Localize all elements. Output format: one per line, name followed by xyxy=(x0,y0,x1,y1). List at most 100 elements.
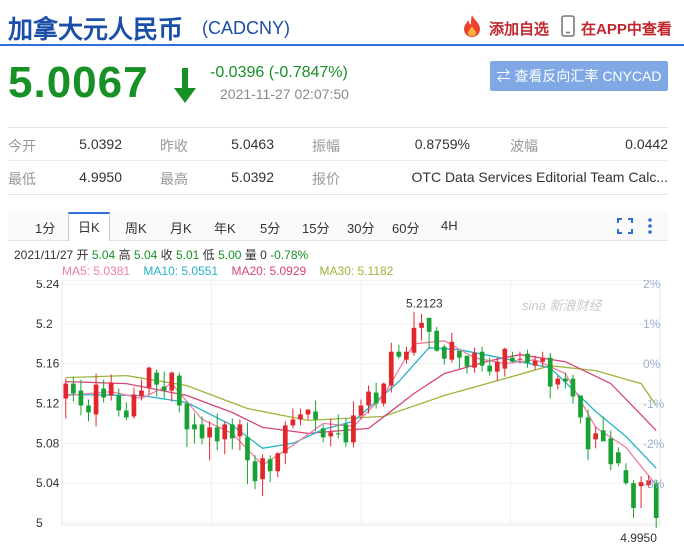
candle-body xyxy=(63,383,69,399)
candle-body xyxy=(411,327,417,353)
candle xyxy=(631,480,636,519)
y-tick-label: 5 xyxy=(36,516,43,530)
tab-4h[interactable]: 4H xyxy=(441,218,458,233)
candle-body xyxy=(290,419,296,426)
candle xyxy=(275,452,281,478)
info-close-label: 收 xyxy=(160,248,173,262)
candle-body xyxy=(532,360,538,366)
candle-body xyxy=(358,405,364,416)
header-bar: 加拿大元人民币 (CADCNY) 添加自选 在APP中查看 xyxy=(0,0,684,46)
tab-30min[interactable]: 30分 xyxy=(347,218,374,237)
ohlc-info: 2021/11/27 开 5.04 高 5.04 收 5.01 低 5.00 量… xyxy=(14,246,308,263)
candle xyxy=(623,463,629,486)
info-open: 5.04 xyxy=(91,248,116,262)
candle-body xyxy=(86,405,91,413)
candle-body xyxy=(176,375,182,406)
view-in-app-button[interactable]: 在APP中查看 xyxy=(581,18,672,39)
candle-body xyxy=(381,383,387,404)
candlestick-chart[interactable]: sina 新浪财经 5.24 5.2 5.16 5.12 5.08 5.04 5 2% 1% 0%… xyxy=(0,280,684,552)
candle-body xyxy=(517,358,523,360)
y-tick-label: 5.08 xyxy=(36,436,60,450)
y-axis: 5.24 5.2 5.16 5.12 5.08 5.04 5 2% 1% 0% -1% -2% -3% xyxy=(36,280,665,530)
stat-label: 最高 xyxy=(160,171,188,187)
stat-value: 5.0392 xyxy=(231,169,274,185)
candle xyxy=(229,418,235,450)
candle-body xyxy=(161,386,167,391)
stat-label: 最低 xyxy=(8,171,36,187)
candle xyxy=(600,416,606,442)
candle-body xyxy=(396,351,402,357)
info-high: 5.04 xyxy=(133,248,158,262)
candle xyxy=(570,374,576,404)
svg-text:sina 新浪财经: sina 新浪财经 xyxy=(522,298,603,313)
tab-5min[interactable]: 5分 xyxy=(260,218,280,237)
candle xyxy=(328,418,334,447)
percent-tick-label: -3% xyxy=(643,477,665,491)
tab-weekly-k[interactable]: 周K xyxy=(125,218,147,237)
add-watchlist-button[interactable]: 添加自选 xyxy=(489,18,549,39)
candle-body xyxy=(199,424,205,439)
ma5-label: MA5: 5.0381 xyxy=(62,264,131,278)
candle xyxy=(616,447,621,467)
tab-60min[interactable]: 60分 xyxy=(392,218,419,237)
candle xyxy=(472,347,477,373)
info-vol: 0 xyxy=(260,248,267,262)
tab-daily-k[interactable]: 日K xyxy=(68,212,110,241)
candle xyxy=(555,375,561,390)
y-tick-label: 5.12 xyxy=(36,397,60,411)
more-options-icon[interactable] xyxy=(646,217,654,235)
candle-body xyxy=(320,428,326,438)
stat-value: 0.0442 xyxy=(625,136,668,152)
candle xyxy=(547,352,553,399)
candle xyxy=(313,400,318,432)
candle-body xyxy=(479,351,485,366)
current-price: 5.0067 xyxy=(8,58,149,107)
candle xyxy=(298,408,303,426)
candle-body xyxy=(457,350,462,358)
candle-body xyxy=(237,424,243,437)
price-change: -0.0396 (-0.7847%) xyxy=(210,64,348,81)
candle-body xyxy=(366,391,371,406)
ma10-label: MA10: 5.0551 xyxy=(143,264,219,278)
info-close: 5.01 xyxy=(176,248,200,262)
fullscreen-icon[interactable] xyxy=(616,217,634,235)
ma20-label: MA20: 5.0929 xyxy=(231,264,307,278)
ma30-label: MA30: 5.1182 xyxy=(319,264,394,278)
info-date: 2021/11/27 xyxy=(14,248,74,262)
candle-body xyxy=(585,417,591,450)
candle xyxy=(290,408,296,429)
candle-body xyxy=(472,352,477,368)
candle xyxy=(320,424,326,443)
candle-body xyxy=(305,409,311,415)
reverse-rate-button[interactable]: ⇄ 查看反向汇率 CNYCAD xyxy=(490,61,668,91)
swap-icon: ⇄ xyxy=(496,68,511,84)
candle xyxy=(176,372,182,413)
candle-body xyxy=(487,365,493,372)
fire-icon xyxy=(464,15,480,37)
candle xyxy=(146,366,152,395)
tab-1min[interactable]: 1分 xyxy=(35,218,55,237)
candle xyxy=(192,413,197,444)
stats-row: 最低 4.9950 最高 5.0392 报价 OTC Data Services… xyxy=(8,161,668,193)
candle-body xyxy=(93,384,99,415)
tab-15min[interactable]: 15分 xyxy=(302,218,329,237)
tab-yearly-k[interactable]: 年K xyxy=(214,218,236,237)
info-low: 5.00 xyxy=(218,248,242,262)
candle-body xyxy=(245,437,250,461)
candle-body xyxy=(608,438,614,465)
candle xyxy=(404,346,409,364)
info-pct: -0.78% xyxy=(270,248,309,262)
percent-tick-label: 0% xyxy=(643,357,661,371)
candle xyxy=(426,317,432,349)
candle xyxy=(131,387,137,419)
tab-monthly-k[interactable]: 月K xyxy=(170,218,192,237)
candle-body xyxy=(207,427,212,438)
candle xyxy=(593,426,599,449)
candle-body xyxy=(373,392,379,404)
candle xyxy=(502,347,508,377)
candle xyxy=(71,376,76,402)
candle-body xyxy=(313,411,318,420)
stats-table: 今开 5.0392 昨收 5.0463 振幅 0.8759% 波幅 0.0442… xyxy=(8,127,668,195)
candle-body xyxy=(267,459,273,472)
candle-body xyxy=(525,353,530,363)
